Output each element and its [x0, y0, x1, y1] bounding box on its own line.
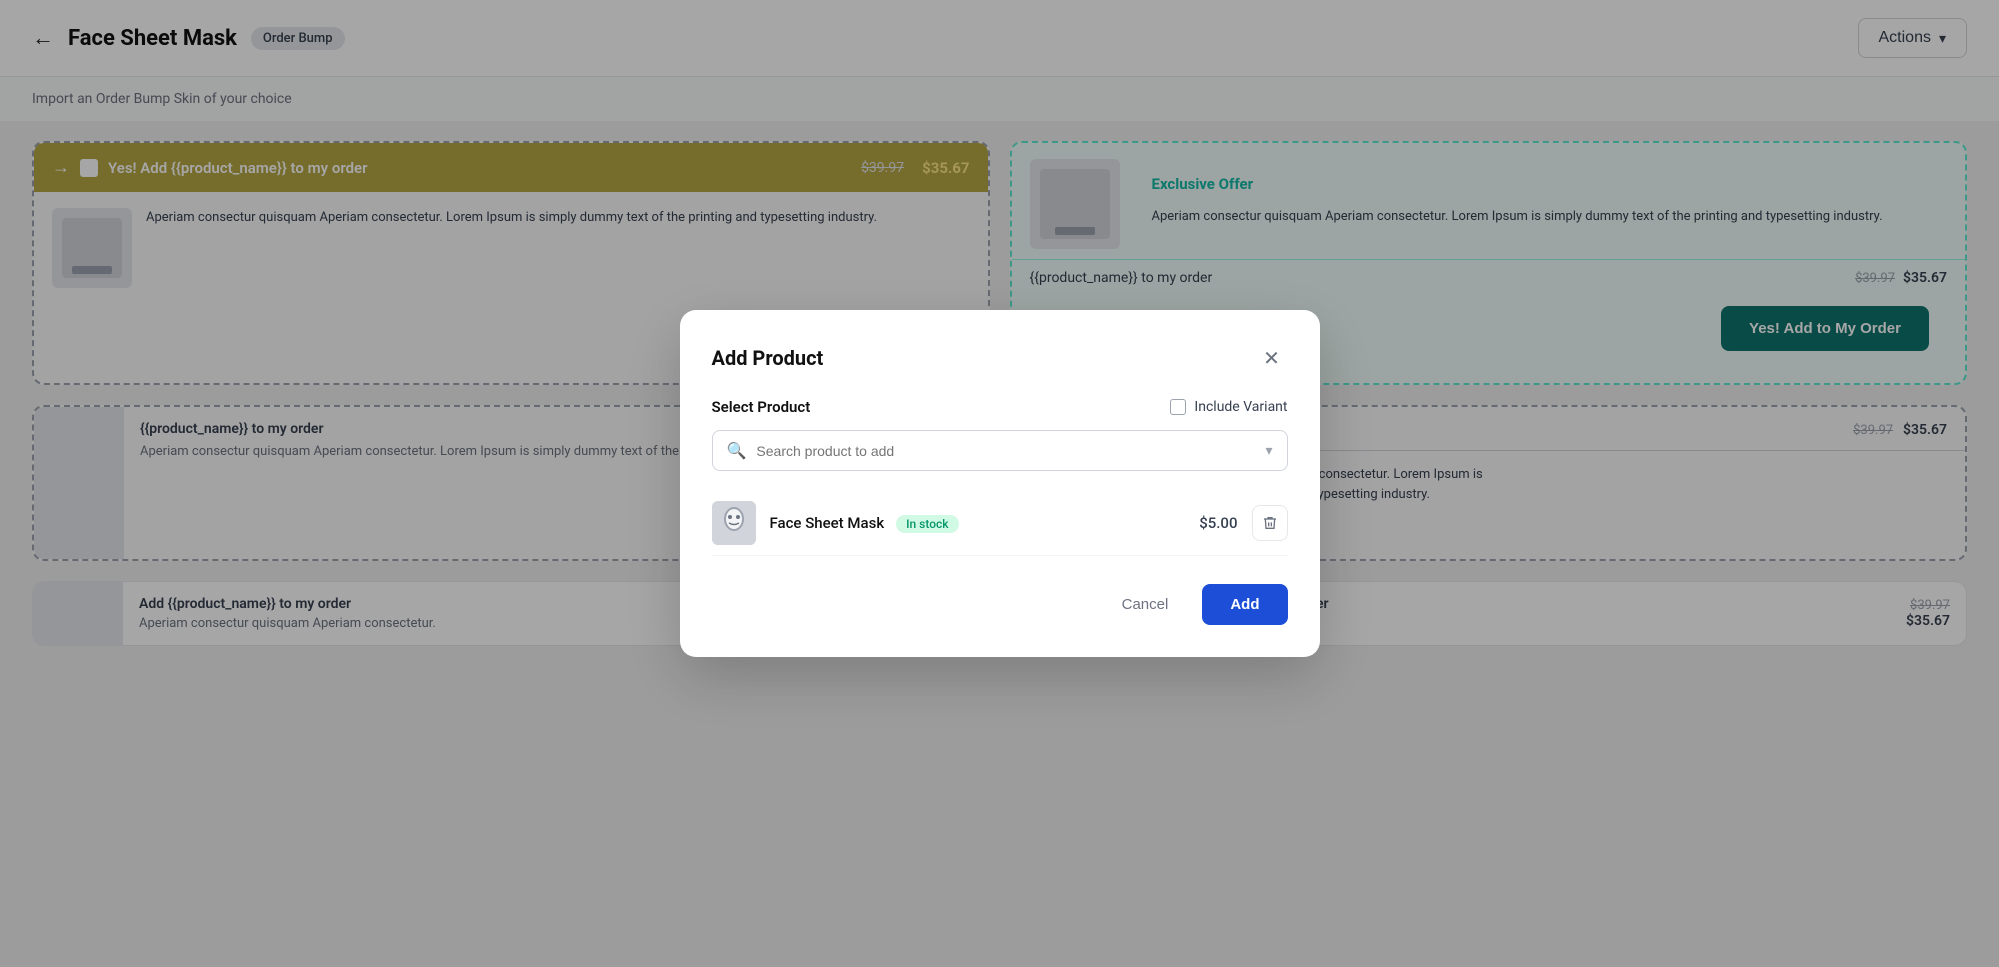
in-stock-badge: In stock	[896, 515, 958, 533]
search-box: 🔍 ▾	[712, 430, 1288, 471]
modal-select-row: Select Product Include Variant	[712, 398, 1288, 416]
modal-overlay: Add Product ✕ Select Product Include Var…	[0, 0, 1999, 967]
product-row: Face Sheet Mask In stock $5.00	[712, 491, 1288, 556]
product-name: Face Sheet Mask	[770, 514, 885, 532]
product-avatar	[712, 501, 756, 545]
include-variant-row: Include Variant	[1170, 399, 1287, 415]
delete-product-button[interactable]	[1252, 505, 1288, 541]
search-chevron-icon: ▾	[1265, 443, 1272, 459]
product-price: $5.00	[1199, 514, 1237, 532]
modal-footer: Cancel Add	[712, 584, 1288, 625]
add-button[interactable]: Add	[1202, 584, 1287, 625]
modal-title: Add Product	[712, 346, 824, 370]
modal-header: Add Product ✕	[712, 342, 1288, 374]
search-input[interactable]	[756, 443, 1255, 459]
search-icon: 🔍	[727, 441, 747, 460]
include-variant-label: Include Variant	[1194, 399, 1287, 415]
select-product-label: Select Product	[712, 398, 811, 416]
product-info: Face Sheet Mask In stock	[770, 513, 959, 533]
include-variant-checkbox[interactable]	[1170, 399, 1186, 415]
add-product-modal: Add Product ✕ Select Product Include Var…	[680, 310, 1320, 657]
cancel-button[interactable]: Cancel	[1102, 584, 1189, 625]
modal-close-button[interactable]: ✕	[1256, 342, 1288, 374]
